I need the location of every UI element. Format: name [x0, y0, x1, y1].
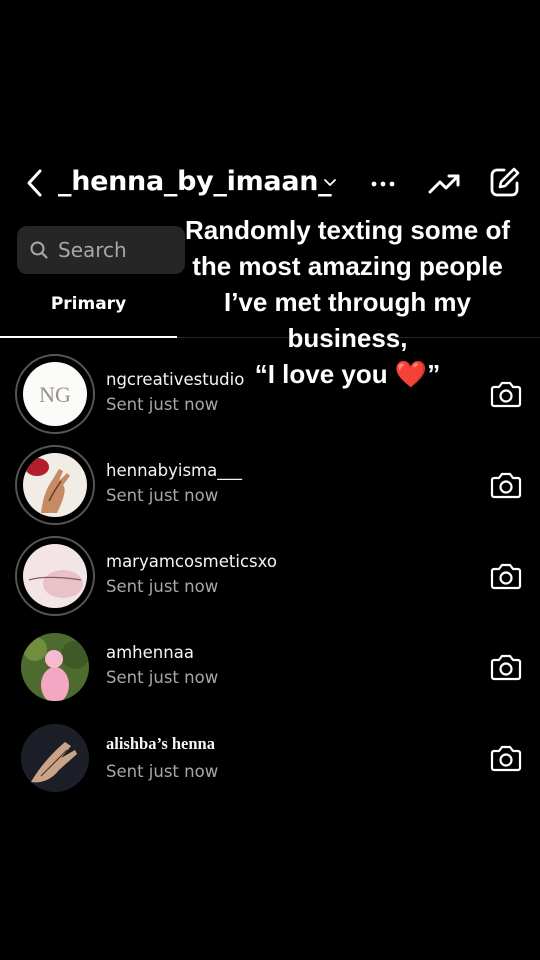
- more-icon[interactable]: [370, 180, 396, 188]
- avatar[interactable]: NG: [15, 354, 95, 434]
- caption-line: I’ve met through my: [223, 287, 472, 317]
- search-icon: [30, 241, 48, 259]
- caption-overlay: Randomly texting some of the most amazin…: [170, 212, 525, 392]
- avatar[interactable]: [15, 627, 95, 707]
- thread-status: Sent just now: [106, 668, 219, 687]
- tab-primary-indicator: [0, 336, 177, 338]
- thread-name: amhennaa: [106, 643, 194, 662]
- chevron-down-icon[interactable]: [323, 178, 337, 188]
- tab-primary[interactable]: Primary: [0, 294, 177, 314]
- avatar[interactable]: [15, 536, 95, 616]
- search-input[interactable]: Search: [17, 226, 185, 274]
- thread-row[interactable]: amhennaa Sent just now: [0, 623, 540, 713]
- trending-up-icon[interactable]: [428, 170, 462, 196]
- thread-status: Sent just now: [106, 395, 219, 414]
- thread-name: maryamcosmeticsxo: [106, 552, 277, 571]
- thread-status: Sent just now: [106, 577, 219, 596]
- caption-line: “I love you ❤️”: [254, 359, 441, 389]
- henna-hand-avatar: [23, 453, 87, 517]
- thread-name: hennabyisma___: [106, 461, 242, 480]
- caption-line: the most amazing people: [192, 251, 503, 281]
- avatar[interactable]: [15, 718, 95, 798]
- avatar[interactable]: [15, 445, 95, 525]
- account-username[interactable]: _henna_by_imaan_: [58, 166, 332, 197]
- cosmetics-logo-avatar: [23, 544, 87, 608]
- thread-row[interactable]: alishba’s henna Sent just now: [0, 714, 540, 804]
- thread-name: alishba’s henna: [106, 734, 215, 753]
- compose-icon[interactable]: [489, 166, 521, 198]
- camera-icon[interactable]: [490, 562, 522, 590]
- camera-icon[interactable]: [490, 744, 522, 772]
- svg-text:NG: NG: [39, 382, 71, 407]
- thread-status: Sent just now: [106, 486, 219, 505]
- back-chevron-icon[interactable]: [24, 168, 46, 198]
- caption-line: business,: [287, 323, 408, 353]
- ng-logo-avatar: NG: [23, 362, 87, 426]
- inbox-header: _henna_by_imaan_: [0, 160, 540, 208]
- thread-row[interactable]: maryamcosmeticsxo Sent just now: [0, 532, 540, 622]
- camera-icon[interactable]: [490, 471, 522, 499]
- person-photo-avatar: [21, 633, 89, 701]
- camera-icon[interactable]: [490, 653, 522, 681]
- thread-status: Sent just now: [106, 762, 219, 781]
- caption-line: Randomly texting some of: [184, 215, 511, 245]
- search-placeholder: Search: [58, 238, 127, 262]
- henna-hands-avatar: [21, 724, 89, 792]
- thread-row[interactable]: hennabyisma___ Sent just now: [0, 441, 540, 531]
